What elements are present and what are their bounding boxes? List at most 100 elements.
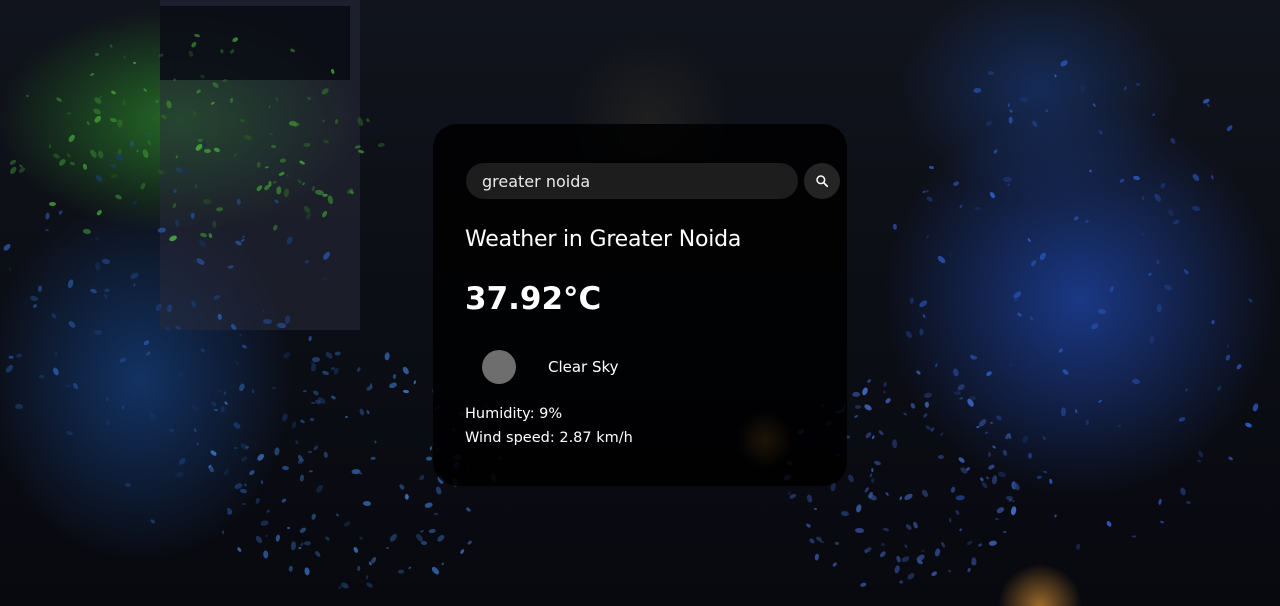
leaf-highlight xyxy=(114,193,123,201)
leaf-highlight xyxy=(385,547,390,550)
leaf-highlight xyxy=(940,541,946,548)
weather-city-title: Weather in Greater Noida xyxy=(465,227,742,252)
leaf-highlight xyxy=(1027,452,1032,459)
leaf-highlight xyxy=(958,527,963,532)
leaf-highlight xyxy=(1227,456,1234,462)
leaf-highlight xyxy=(466,539,473,545)
wind-speed: Wind speed: 2.87 km/h xyxy=(465,430,633,446)
search-button[interactable] xyxy=(804,163,840,199)
leaf-highlight xyxy=(321,369,331,377)
search-input[interactable] xyxy=(466,163,798,199)
leaf-highlight xyxy=(995,414,1003,421)
leaf-highlight xyxy=(287,526,291,530)
leaf-highlight xyxy=(1118,177,1125,184)
leaf-highlight xyxy=(110,173,118,179)
leaf-highlight xyxy=(95,53,100,57)
temperature: 37.92°C xyxy=(465,281,602,317)
leaf-highlight xyxy=(966,567,972,573)
leaf-highlight xyxy=(109,117,118,124)
leaf-highlight xyxy=(260,520,270,527)
leaf-highlight xyxy=(958,203,963,209)
leaf-highlight xyxy=(1061,368,1070,376)
leaf-highlight xyxy=(807,493,814,503)
leaf-highlight xyxy=(1008,363,1013,368)
leaf-highlight xyxy=(424,501,434,509)
leaf-highlight xyxy=(82,228,91,235)
leaf-highlight xyxy=(8,355,14,359)
leaf-highlight xyxy=(65,384,70,388)
leaf-highlight xyxy=(884,397,892,405)
leaf-highlight xyxy=(1017,311,1023,317)
leaf-highlight xyxy=(110,162,118,169)
leaf-highlight xyxy=(884,491,889,497)
leaf-highlight xyxy=(1007,103,1010,108)
leaf-highlight xyxy=(194,183,197,188)
leaf-highlight xyxy=(905,571,916,581)
leaf-highlight xyxy=(1009,505,1017,516)
leaf-highlight xyxy=(97,150,104,159)
leaf-highlight xyxy=(926,234,930,239)
leaf-highlight xyxy=(264,535,269,538)
leaf-highlight xyxy=(1073,216,1080,222)
leaf-highlight xyxy=(1036,476,1042,480)
leaf-highlight xyxy=(985,476,990,480)
leaf-highlight xyxy=(1244,421,1253,429)
leaf-highlight xyxy=(241,502,247,506)
leaf-highlight xyxy=(107,157,112,163)
leaf-highlight xyxy=(898,580,903,584)
leaf-highlight xyxy=(302,389,308,393)
leaf-highlight xyxy=(877,429,884,436)
leaf-highlight xyxy=(435,485,442,495)
leaf-highlight xyxy=(992,148,998,155)
leaf-highlight xyxy=(373,440,377,444)
leaf-highlight xyxy=(939,431,944,436)
leaf-highlight xyxy=(236,546,242,552)
leaf-highlight xyxy=(1031,120,1039,129)
leaf-highlight xyxy=(239,333,242,337)
leaf-highlight xyxy=(233,447,237,450)
leaf-highlight xyxy=(1132,378,1142,385)
leaf-highlight xyxy=(92,107,102,116)
leaf-highlight xyxy=(398,569,405,574)
leaf-highlight xyxy=(224,400,229,406)
leaf-highlight xyxy=(241,344,247,350)
leaf-highlight xyxy=(1160,182,1167,190)
leaf-highlight xyxy=(282,351,292,361)
leaf-highlight xyxy=(934,362,939,368)
leaf-highlight xyxy=(989,191,997,200)
leaf-highlight xyxy=(870,468,873,473)
leaf-highlight xyxy=(418,474,426,482)
leaf-highlight xyxy=(402,389,409,394)
leaf-highlight xyxy=(1002,530,1007,534)
leaf-highlight xyxy=(904,329,914,340)
leaf-highlight xyxy=(855,527,864,533)
leaf-highlight xyxy=(268,132,273,135)
leaf-highlight xyxy=(356,565,361,572)
leaf-highlight xyxy=(912,521,919,530)
leaf-highlight xyxy=(1157,498,1163,505)
leaf-highlight xyxy=(1202,97,1211,105)
leaf-highlight xyxy=(871,434,876,440)
leaf-highlight xyxy=(344,415,349,418)
leaf-highlight xyxy=(977,542,983,548)
leaf-highlight xyxy=(89,288,98,295)
leaf-highlight xyxy=(236,199,241,206)
leaf-highlight xyxy=(53,351,58,357)
leaf-highlight xyxy=(72,382,80,391)
leaf-highlight xyxy=(1225,354,1232,362)
leaf-highlight xyxy=(174,470,185,479)
leaf-highlight xyxy=(1007,183,1011,188)
leaf-highlight xyxy=(67,133,77,143)
leaf-highlight xyxy=(355,366,361,373)
leaf-highlight xyxy=(364,384,374,392)
leaf-highlight xyxy=(1225,123,1234,133)
leaf-highlight xyxy=(311,356,320,362)
leaf-highlight xyxy=(1066,342,1071,347)
leaf-highlight xyxy=(989,540,998,547)
leaf-highlight xyxy=(1123,85,1128,91)
leaf-highlight xyxy=(995,506,1005,514)
leaf-highlight xyxy=(1026,238,1032,243)
leaf-highlight xyxy=(924,189,930,193)
leaf-highlight xyxy=(52,152,61,161)
leaf-highlight xyxy=(95,261,102,271)
